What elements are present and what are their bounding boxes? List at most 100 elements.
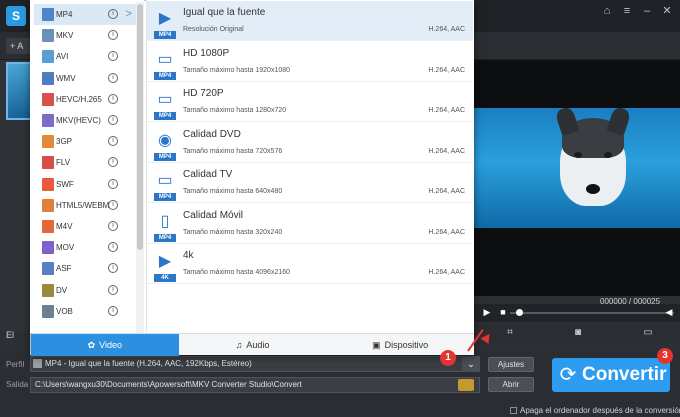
format-label: 3GP <box>56 137 73 147</box>
preset-title: 4k <box>183 250 194 261</box>
preset-icon: ▶ <box>158 253 172 270</box>
tab-icon: ✿ <box>87 340 96 350</box>
preset-codec: H.264, AAC <box>428 147 465 155</box>
format-item[interactable]: 3GP i <box>34 131 136 152</box>
format-label: AVI <box>56 52 69 62</box>
scrollbar-thumb[interactable] <box>137 4 143 250</box>
ajustes-button[interactable]: Ajustes <box>488 357 534 372</box>
format-item[interactable]: ASF i <box>34 258 136 279</box>
crop-icon[interactable]: ⌗ <box>504 327 516 339</box>
preset-title: Calidad TV <box>183 169 233 180</box>
format-label: MKV(HEVC) <box>56 116 101 125</box>
preset-resolution: Tamaño máximo hasta 640x480 <box>183 188 283 195</box>
format-label: HEVC/H.265 <box>56 94 102 104</box>
stop-icon[interactable]: ■ <box>498 307 508 317</box>
format-item[interactable]: AVI i <box>34 46 136 67</box>
format-label: HTML5/WEBM <box>56 200 110 210</box>
seek-bar[interactable] <box>510 312 674 314</box>
perfil-label: Perfil <box>6 360 25 369</box>
profile-format-icon <box>33 359 42 368</box>
preset-resolution: Tamaño máximo hasta 320x240 <box>183 228 283 236</box>
category-tabs: ✿ Video ♫ Audio ▣ Dispositivo <box>31 333 474 356</box>
format-item[interactable]: FLV i <box>34 152 136 173</box>
format-item[interactable]: MKV(HEVC) i <box>34 110 136 131</box>
info-icon[interactable]: i <box>108 284 118 295</box>
format-label: ASF <box>56 264 72 274</box>
info-icon[interactable]: i <box>108 30 118 41</box>
info-icon[interactable]: i <box>108 9 118 19</box>
dog-nose <box>586 184 600 194</box>
play-icon[interactable]: ▶ <box>482 307 492 317</box>
info-icon[interactable]: i <box>108 221 118 231</box>
preset-item[interactable]: ▶ 4K 4k Tamaño máximo hasta 4096x2160 H.264,… <box>147 244 473 284</box>
callout-3: 3 <box>657 348 673 364</box>
format-icon <box>42 198 54 212</box>
format-item[interactable]: DV i <box>34 280 136 301</box>
format-label: MOV <box>56 243 75 253</box>
preset-resolution: Tamaño máximo hasta 720x576 <box>183 147 283 155</box>
folder-icon[interactable]: ▭ <box>642 327 654 339</box>
volume-icon[interactable]: ◀ <box>664 307 674 317</box>
preset-item[interactable]: ▭ MP4 HD 720P Tamaño máximo hasta 1280x720 H… <box>147 82 473 122</box>
info-icon[interactable]: i <box>108 199 118 210</box>
profile-select[interactable]: MP4 - Igual que la fuente (H.264, AAC, 1… <box>30 356 480 372</box>
format-item[interactable]: MOV i <box>34 237 136 258</box>
preset-icon: ▶ <box>158 10 172 27</box>
seek-handle[interactable] <box>516 309 523 316</box>
chevron-down-icon[interactable]: ⌄ <box>462 356 480 372</box>
info-icon[interactable]: i <box>108 157 118 168</box>
preset-icon: ▯ <box>160 212 170 230</box>
video-thumbnail[interactable] <box>6 62 32 120</box>
format-item[interactable]: HTML5/WEBM i <box>34 195 136 216</box>
preset-format-tag: MP4 <box>154 112 176 120</box>
shutdown-checkbox[interactable] <box>510 407 517 414</box>
format-item[interactable]: HEVC/H.265 i <box>34 89 136 110</box>
preset-codec: H.264, AAC <box>428 107 465 114</box>
info-icon[interactable]: i <box>108 178 118 189</box>
info-icon[interactable]: i <box>108 93 118 104</box>
format-item[interactable]: M4V i <box>34 216 136 237</box>
preset-item[interactable]: ▶ MP4 Igual que la fuente Resolución Origin… <box>147 1 473 41</box>
preset-item[interactable]: ◉ MP4 Calidad DVD Tamaño máximo hasta 720x5… <box>147 123 473 163</box>
tab-audio[interactable]: ♫ Audio <box>179 334 327 356</box>
info-icon[interactable]: i <box>108 136 118 147</box>
abrir-button[interactable]: Abrir <box>488 377 534 392</box>
format-item[interactable]: MKV i <box>34 25 136 46</box>
tab-icon: ♫ <box>235 340 243 350</box>
format-label: DV <box>56 285 68 295</box>
cart-icon[interactable]: ⌂ <box>600 4 614 18</box>
info-icon[interactable]: i <box>108 305 118 316</box>
preset-item[interactable]: ▭ MP4 Calidad TV Tamaño máximo hasta 640x48… <box>147 163 473 203</box>
format-icon <box>42 50 54 64</box>
format-item[interactable]: VOB i <box>34 301 136 322</box>
format-icon <box>42 156 54 170</box>
preset-resolution: Tamaño máximo hasta 1920x1080 <box>183 66 291 74</box>
format-item[interactable]: SWF i <box>34 174 136 195</box>
format-icon <box>42 220 54 233</box>
preset-resolution: Tamaño máximo hasta 4096x2160 <box>183 269 291 276</box>
preset-codec: H.264, AAC <box>428 228 465 236</box>
format-item[interactable]: MP4 i > <box>34 4 136 25</box>
info-icon[interactable]: i <box>108 242 118 253</box>
preset-codec: H.264, AAC <box>428 26 465 33</box>
tab-video[interactable]: ✿ Video <box>31 334 179 356</box>
minimize-icon[interactable]: – <box>640 4 654 18</box>
info-icon[interactable]: i <box>108 72 118 83</box>
tab-label: Video <box>99 340 123 350</box>
tab-label: Dispositivo <box>384 340 429 350</box>
info-icon[interactable]: i <box>108 115 118 125</box>
preset-item[interactable]: ▯ MP4 Calidad Móvil Tamaño máximo hasta 320… <box>147 204 473 244</box>
browse-folder-icon[interactable] <box>458 379 474 391</box>
format-icon <box>42 241 54 255</box>
format-label: M4V <box>56 222 73 231</box>
preset-icon: ◉ <box>158 131 172 149</box>
format-item[interactable]: WMV i <box>34 68 136 89</box>
snapshot-icon[interactable]: ◙ <box>572 327 584 339</box>
info-icon[interactable]: i <box>108 263 118 274</box>
info-icon[interactable]: i <box>108 51 118 62</box>
preset-title: Igual que la fuente <box>183 7 266 18</box>
preset-item[interactable]: ▭ MP4 HD 1080P Tamaño máximo hasta 1920x108… <box>147 42 473 82</box>
close-icon[interactable]: ✕ <box>660 4 674 18</box>
menu-icon[interactable]: ≡ <box>620 4 634 18</box>
output-path-field[interactable]: C:\Users\wangxu30\Documents\Apowersoft\M… <box>30 377 480 393</box>
